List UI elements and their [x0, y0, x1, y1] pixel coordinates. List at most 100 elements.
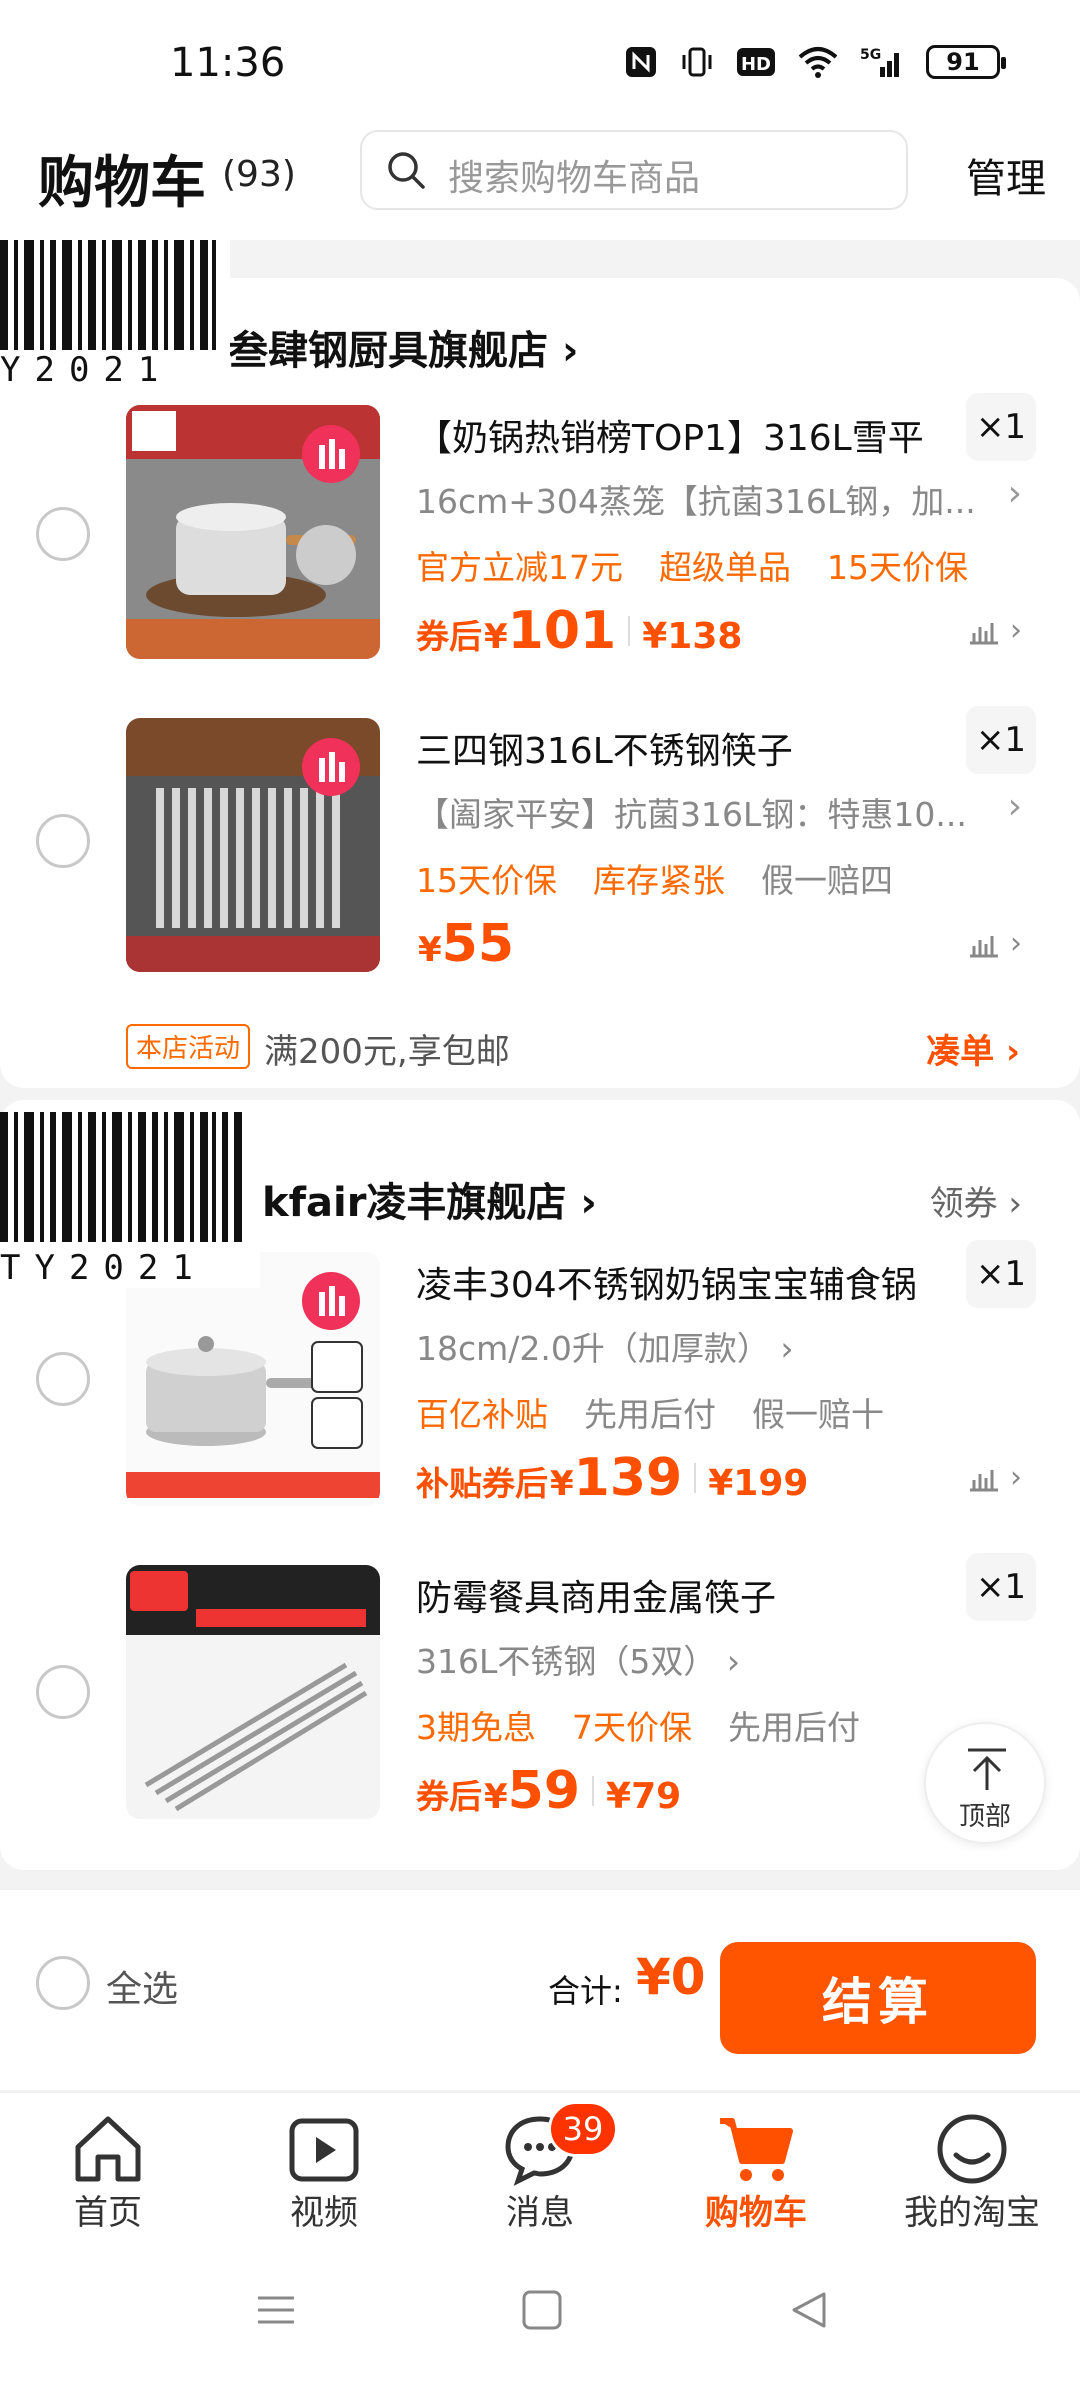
add-items-link[interactable]: 凑单 ›: [926, 1024, 1020, 1073]
store-name-2[interactable]: kfair凌丰旗舰店 ›: [262, 1170, 597, 1228]
quantity-button[interactable]: ×1: [966, 1240, 1036, 1308]
currency-symbol: ¥: [484, 617, 508, 657]
original-price: ¥79: [606, 1776, 682, 1817]
price-value: 59: [507, 1761, 581, 1821]
item-title[interactable]: 防霉餐具商用金属筷子: [416, 1569, 936, 1621]
item-select-radio[interactable]: [36, 814, 90, 868]
tab-label: 我的淘宝: [904, 2193, 1040, 2233]
product-image[interactable]: [126, 718, 380, 972]
home-icon: [75, 2116, 141, 2182]
item-tag: 假一赔四: [761, 861, 893, 900]
item-tags: 百亿补贴 先用后付 假一赔十: [416, 1388, 884, 1436]
product-image[interactable]: [126, 1565, 380, 1819]
price-trend-icon: [970, 622, 998, 644]
tab-profile[interactable]: 我的淘宝: [864, 2093, 1080, 2233]
item-select-radio[interactable]: [36, 1352, 90, 1406]
item-sku[interactable]: 【阖家平安】抗菌316L钢：特惠10...: [416, 788, 976, 836]
product-image[interactable]: [126, 405, 380, 659]
cart-item[interactable]: 三四钢316L不锈钢筷子 ×1 【阖家平安】抗菌316L钢：特惠10... › …: [0, 706, 1080, 998]
tab-video[interactable]: 视频: [216, 2093, 432, 2233]
activity-text: 满200元,享包邮: [264, 1032, 510, 1072]
status-icons: HD 5G 91: [624, 45, 1006, 79]
checkout-bar: 全选 合计: ¥0 结算: [0, 1890, 1080, 2090]
item-sku[interactable]: 16cm+304蒸笼【抗菌316L钢，加...: [416, 475, 976, 523]
manage-button[interactable]: 管理: [966, 146, 1046, 204]
page-title: 购物车: [38, 151, 206, 216]
tab-label: 视频: [290, 2193, 358, 2233]
back-to-top-label: 顶部: [958, 1802, 1011, 1832]
price-divider: [694, 1463, 697, 1493]
back-to-top-button[interactable]: 顶部: [924, 1722, 1046, 1844]
cart-item[interactable]: 防霉餐具商用金属筷子 ×1 316L不锈钢（5双） › 3期免息 7天价保 先用…: [0, 1553, 1080, 1845]
signal-5g-icon: 5G: [860, 45, 904, 79]
price-trend-button[interactable]: ›: [968, 613, 1022, 648]
search-input[interactable]: 搜索购物车商品: [360, 130, 908, 210]
item-select-radio[interactable]: [36, 507, 90, 561]
item-tag: 库存紧张: [593, 861, 725, 900]
cart-item[interactable]: 凌丰304不锈钢奶锅宝宝辅食锅 ×1 18cm/2.0升（加厚款） › 百亿补贴…: [0, 1240, 1080, 1532]
item-tag: 3期免息: [416, 1708, 536, 1747]
item-title[interactable]: 三四钢316L不锈钢筷子: [416, 722, 936, 774]
tab-messages[interactable]: 39 消息: [432, 2093, 648, 2233]
search-placeholder: 搜索购物车商品: [448, 158, 701, 199]
item-tag: 先用后付: [728, 1708, 860, 1747]
item-title[interactable]: 【奶锅热销榜TOP1】316L雪平: [416, 409, 936, 461]
menu-icon[interactable]: [254, 2288, 298, 2332]
search-icon: [388, 152, 425, 189]
tab-home[interactable]: 首页: [0, 2093, 216, 2233]
item-tag: 百亿补贴: [416, 1395, 548, 1434]
item-tag: 官方立减17元: [416, 548, 623, 587]
quantity-button[interactable]: ×1: [966, 1553, 1036, 1621]
quantity-button[interactable]: ×1: [966, 706, 1036, 774]
price-trend-button[interactable]: ›: [968, 926, 1022, 961]
tab-label: 首页: [74, 2193, 142, 2233]
store-card-1: Y2021 叁肆钢厨具旗舰店 › 【奶锅热销榜TOP1】316L雪平 ×1 16…: [0, 240, 1080, 1088]
price-label: 券后: [416, 617, 482, 656]
chevron-right-icon[interactable]: ›: [1008, 786, 1022, 827]
back-icon[interactable]: [786, 2288, 830, 2332]
store-name-1[interactable]: 叁肆钢厨具旗舰店 ›: [228, 318, 578, 376]
price-trend-icon: [970, 935, 998, 957]
total-label: 合计:: [548, 1972, 623, 2010]
item-tag: 7天价保: [572, 1708, 692, 1747]
item-tags: 3期免息 7天价保 先用后付: [416, 1701, 860, 1749]
price-value: 55: [441, 914, 515, 974]
svg-text:HD: HD: [741, 54, 771, 75]
barcode-overlay: Y2021: [0, 240, 230, 390]
price-value: 101: [507, 601, 617, 661]
chevron-right-icon[interactable]: ›: [1008, 473, 1022, 514]
item-tags: 15天价保 库存紧张 假一赔四: [416, 854, 893, 902]
item-sku[interactable]: 316L不锈钢（5双） ›: [416, 1635, 976, 1683]
activity-badge: 本店活动: [126, 1024, 251, 1069]
cart-icon: [720, 2118, 793, 2181]
barcode-text: TY2021: [0, 1248, 207, 1288]
message-count-badge: 39: [548, 2101, 618, 2157]
item-sku[interactable]: 18cm/2.0升（加厚款） ›: [416, 1322, 976, 1370]
bottom-tab-bar: 首页 视频 39 消息 购物车 我的淘宝: [0, 2092, 1080, 2233]
item-tags: 官方立减17元 超级单品 15天价保: [416, 541, 968, 589]
product-image[interactable]: [126, 1252, 380, 1506]
status-bar: 11:36 HD 5G 91: [0, 0, 1080, 130]
item-tag: 超级单品: [659, 548, 791, 587]
price-label: 补贴券后: [416, 1464, 548, 1503]
item-select-radio[interactable]: [36, 1665, 90, 1719]
status-time: 11:36: [170, 40, 286, 86]
get-coupon-link[interactable]: 领券 ›: [930, 1176, 1022, 1225]
select-all-label[interactable]: 全选: [106, 1960, 178, 2012]
item-title[interactable]: 凌丰304不锈钢奶锅宝宝辅食锅: [416, 1256, 936, 1308]
cart-header: 购物车 (93) 搜索购物车商品 管理: [0, 130, 1080, 240]
price-trend-button[interactable]: ›: [968, 1460, 1022, 1495]
system-nav-bar: [0, 2232, 1080, 2400]
item-tag: 假一赔十: [752, 1395, 884, 1434]
home-square-icon[interactable]: [520, 2288, 564, 2332]
wifi-icon: [798, 45, 838, 79]
tab-cart[interactable]: 购物车: [648, 2093, 864, 2233]
select-all-radio[interactable]: [36, 1956, 90, 2010]
barcode-text: Y2021: [0, 350, 173, 390]
checkout-button[interactable]: 结算: [720, 1942, 1036, 2054]
item-price: 券后 ¥ 101 ¥138: [416, 601, 742, 661]
price-label: 券后: [416, 1777, 482, 1816]
quantity-button[interactable]: ×1: [966, 393, 1036, 461]
cart-item[interactable]: 【奶锅热销榜TOP1】316L雪平 ×1 16cm+304蒸笼【抗菌316L钢，…: [0, 393, 1080, 685]
vibrate-icon: [680, 45, 714, 79]
